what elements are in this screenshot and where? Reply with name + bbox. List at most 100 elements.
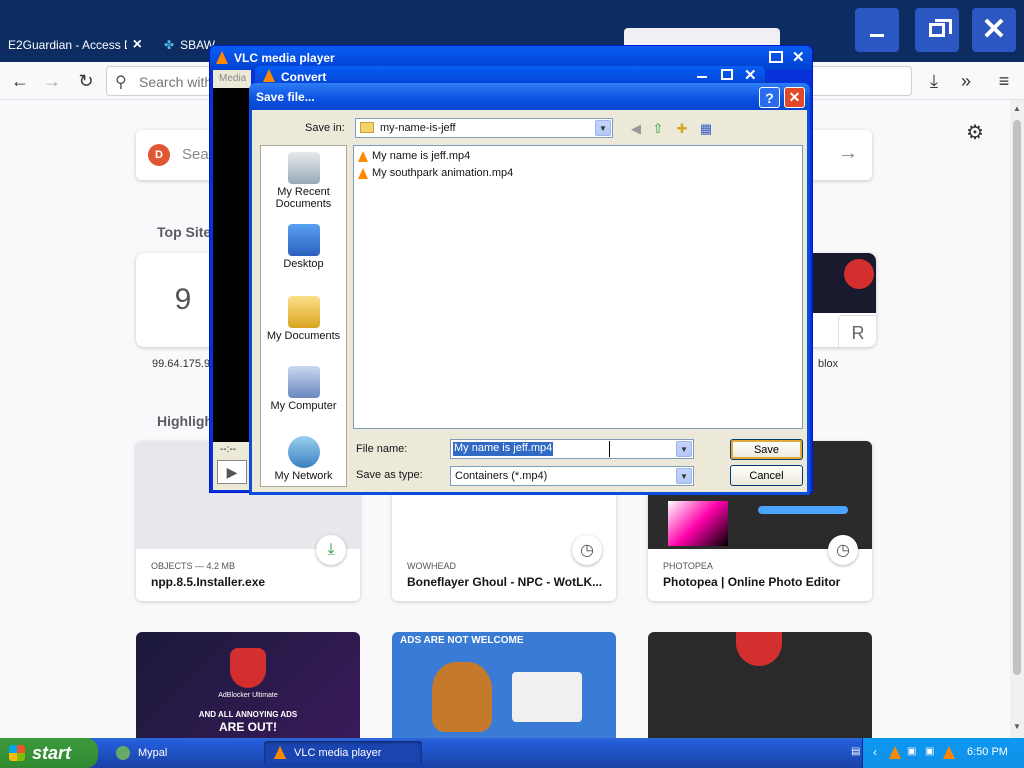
taskbar: start Mypal VLC media player ▤ ‹ ▣ ▣ 6:5… <box>0 738 1024 768</box>
file-item[interactable]: My southpark animation.mp4 <box>358 167 513 179</box>
help-button[interactable]: ? <box>759 87 780 108</box>
clock[interactable]: 6:50 PM <box>967 746 1008 758</box>
place-label: My Documents <box>266 330 341 342</box>
folder-icon <box>360 122 374 133</box>
media-menu[interactable]: Media <box>213 70 251 88</box>
windows-logo-icon <box>9 745 25 761</box>
menu-hamburger-icon[interactable]: ≡ <box>992 69 1016 93</box>
place-my-network[interactable]: My Network <box>261 436 346 482</box>
site-letter: R <box>838 315 876 347</box>
close-window-button[interactable]: ✕ <box>972 8 1016 52</box>
scrollbar-thumb[interactable] <box>1013 120 1021 675</box>
chevron-down-icon[interactable]: ▼ <box>676 441 692 457</box>
page-scrollbar[interactable]: ▲ ▼ <box>1010 100 1024 740</box>
reload-icon[interactable]: ↻ <box>74 69 98 93</box>
vlc-cone-icon <box>216 51 228 64</box>
tray-expand-chevron-icon[interactable]: ‹ <box>873 745 877 759</box>
stop-hand-icon <box>844 259 874 289</box>
taskbar-item-label: Mypal <box>138 747 168 759</box>
vlc-cone-icon <box>274 746 286 759</box>
maximize-button[interactable] <box>915 8 959 52</box>
back-icon[interactable]: ◀ <box>628 121 644 137</box>
save-in-dropdown[interactable]: my-name-is-jeff ▼ <box>355 118 613 138</box>
gear-icon[interactable]: ⚙ <box>966 120 984 145</box>
desktop-icon <box>287 224 320 256</box>
chevron-down-icon[interactable]: ▼ <box>676 468 692 484</box>
save-in-label: Save in: <box>305 122 345 134</box>
ad-caption-small: AdBlocker Ultimate <box>218 692 278 699</box>
scroll-down-arrow-icon[interactable]: ▼ <box>1013 722 1021 731</box>
close-tab-icon[interactable]: × <box>133 36 142 54</box>
file-name-combo[interactable]: My name is jeff.mp4 ▼ <box>450 439 694 459</box>
card-meta: WOWHEAD <box>407 561 456 571</box>
puzzle-icon: ✤ <box>164 38 175 52</box>
card-meta: OBJECTS — 4.2 MB <box>151 561 236 571</box>
minimize-icon[interactable] <box>697 76 707 78</box>
save-as-type-label: Save as type: <box>356 469 423 481</box>
vlc-tray-icon[interactable] <box>889 746 901 759</box>
place-desktop[interactable]: Desktop <box>261 224 346 270</box>
place-my-computer[interactable]: My Computer <box>261 366 346 412</box>
cancel-button[interactable]: Cancel <box>730 465 803 486</box>
maximize-icon[interactable] <box>721 69 733 80</box>
video-area <box>213 70 251 442</box>
file-list[interactable]: My name is jeff.mp4 My southpark animati… <box>353 145 803 429</box>
highlight-card[interactable]: AdBlocker Ultimate AND ALL ANNOYING ADS … <box>136 632 360 742</box>
new-folder-icon[interactable]: ✚ <box>674 121 690 137</box>
maximize-icon[interactable] <box>769 51 783 63</box>
vlc-controls: --:-- ▶ <box>213 442 251 490</box>
site-letter: 9 <box>174 283 192 316</box>
save-as-type-dropdown[interactable]: Containers (*.mp4) ▼ <box>450 466 694 486</box>
place-recent-documents[interactable]: My Recent Documents <box>261 152 346 210</box>
place-label: My Network <box>274 470 333 482</box>
clock-icon: ◷ <box>828 535 858 565</box>
overflow-chevron-icon[interactable]: » <box>954 69 978 93</box>
scroll-up-arrow-icon[interactable]: ▲ <box>1013 104 1021 113</box>
play-icon[interactable]: ▶ <box>217 460 247 484</box>
keyboard-icon[interactable]: ▤ <box>851 746 860 757</box>
downloads-icon[interactable]: ⤓ <box>922 69 946 93</box>
vlc-file-icon <box>358 150 368 162</box>
top-sites-heading: Top Site <box>157 224 212 240</box>
mypal-icon <box>116 746 130 760</box>
start-label: start <box>32 742 72 763</box>
vlc-tray-icon[interactable] <box>943 746 955 759</box>
vlc-cone-icon <box>263 69 275 82</box>
save-button[interactable]: Save <box>730 439 803 460</box>
file-name-input[interactable]: My name is jeff.mp4 <box>453 442 554 456</box>
tab-e2guardian[interactable]: E2Guardian - Access De × <box>0 28 150 62</box>
network-icon[interactable]: ▣ <box>925 746 934 757</box>
up-folder-icon[interactable]: ⇧ <box>650 121 666 137</box>
my-documents-icon <box>287 296 320 328</box>
taskbar-item-vlc[interactable]: VLC media player <box>264 741 422 765</box>
place-my-documents[interactable]: My Documents <box>261 296 346 342</box>
minimize-icon <box>870 33 884 37</box>
file-name: My southpark animation.mp4 <box>372 167 514 179</box>
search-go-arrow-icon[interactable]: → <box>838 142 858 165</box>
close-icon[interactable]: ✕ <box>792 48 805 66</box>
save-file-dialog: Save file... ? ✕ Save in: my-name-is-jef… <box>249 83 810 495</box>
places-bar: My Recent Documents Desktop My Documents… <box>260 145 347 487</box>
search-placeholder: Sea <box>182 146 209 163</box>
chevron-down-icon[interactable]: ▼ <box>595 120 611 136</box>
top-site-label[interactable]: blox <box>818 358 838 370</box>
highlight-card[interactable]: ADS ARE NOT WELCOME <box>392 632 616 742</box>
highlight-card[interactable] <box>648 632 872 742</box>
minimize-button[interactable] <box>855 8 899 52</box>
file-item[interactable]: My name is jeff.mp4 <box>358 150 470 162</box>
back-arrow-icon[interactable]: ← <box>8 69 32 93</box>
network-icon[interactable]: ▣ <box>907 746 916 757</box>
recent-documents-icon <box>287 152 320 184</box>
top-site-label[interactable]: 99.64.175.9 <box>152 358 210 370</box>
stop-hand-icon <box>736 632 782 666</box>
close-icon[interactable]: ✕ <box>744 66 757 84</box>
restore-icon <box>929 19 952 37</box>
forward-arrow-icon[interactable]: → <box>40 69 64 93</box>
card-title: npp.8.5.Installer.exe <box>151 575 266 589</box>
vlc-window-title: VLC media player <box>234 51 335 65</box>
browser-window-graphic <box>512 672 582 722</box>
start-button[interactable]: start <box>0 738 98 768</box>
close-dialog-button[interactable]: ✕ <box>784 87 805 108</box>
taskbar-item-mypal[interactable]: Mypal <box>108 741 260 765</box>
view-menu-icon[interactable]: ▦ <box>698 121 714 137</box>
